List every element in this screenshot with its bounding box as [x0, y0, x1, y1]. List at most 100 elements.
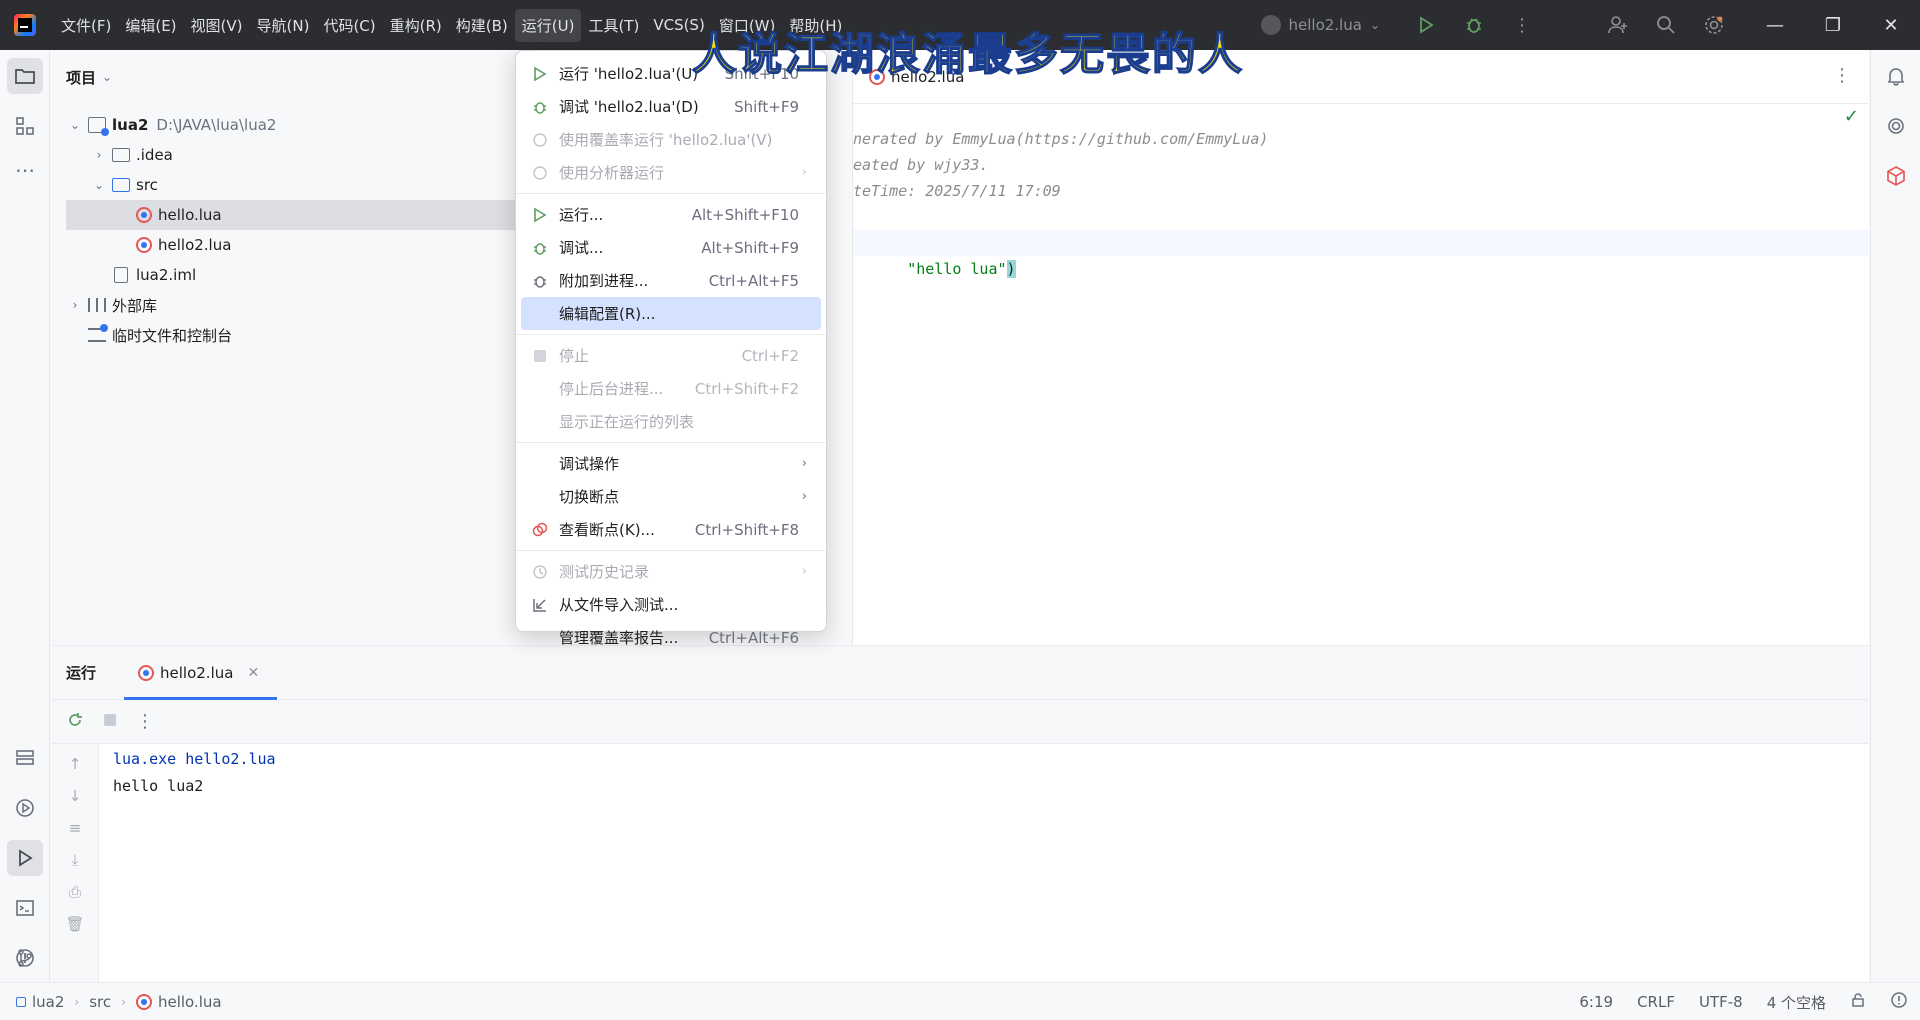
breadcrumb-item[interactable]: lua2 [32, 993, 64, 1011]
rerun-icon[interactable] [66, 711, 84, 733]
console-command-line: lua.exe hello2.lua [113, 750, 276, 768]
structure-icon[interactable] [7, 108, 43, 144]
status-right: 6:19 CRLF UTF-8 4 个空格 [1567, 983, 1920, 1020]
menu-separator [516, 193, 826, 194]
menu-tools[interactable]: 工具(T) [581, 9, 646, 42]
debug-icon [531, 239, 549, 257]
chevron-down-icon: ⌄ [1369, 18, 1380, 32]
tree-node-iml[interactable]: lua2.iml [66, 260, 196, 290]
breadcrumb-item[interactable]: src [89, 993, 111, 1011]
debug-icon [531, 98, 549, 116]
ai-assistant-icon[interactable] [1878, 108, 1914, 144]
collapsed-arrow-icon[interactable]: › [90, 148, 108, 162]
app-logo-icon[interactable] [14, 14, 36, 36]
inspection-ok-icon[interactable]: ✓ [1844, 106, 1859, 127]
arrow-up-icon[interactable]: ↑ [65, 754, 85, 774]
menu-stop[interactable]: 停止 Ctrl+F2 [521, 339, 821, 372]
menu-run[interactable]: 运行(U) [514, 8, 582, 42]
more-vertical-icon[interactable]: ⋮ [1833, 65, 1851, 86]
menu-toggle-breakpoint[interactable]: 切换断点 › [521, 480, 821, 513]
close-icon[interactable]: ✕ [247, 665, 259, 681]
settings-gear-icon[interactable] [1690, 0, 1738, 50]
run-tab-hello2[interactable]: hello2.lua ✕ [124, 646, 278, 700]
search-icon[interactable] [1642, 0, 1690, 50]
scroll-to-end-icon[interactable]: ⤓ [65, 850, 85, 870]
services-icon[interactable] [7, 740, 43, 776]
lua-file-icon [135, 993, 152, 1010]
menu-test-history[interactable]: 测试历史记录 › [521, 555, 821, 588]
more-vertical-icon[interactable]: ⋮ [1498, 0, 1546, 50]
run-services-icon[interactable] [7, 790, 43, 826]
breadcrumb-item[interactable]: hello.lua [158, 993, 222, 1011]
menu-code[interactable]: 代码(C) [316, 9, 382, 42]
menu-build[interactable]: 构建(B) [449, 9, 515, 42]
menu-run-ellipsis[interactable]: 运行... Alt+Shift+F10 [521, 198, 821, 231]
tree-node-hello2-lua[interactable]: hello2.lua [66, 230, 231, 260]
menu-attach-to-process[interactable]: 附加到进程... Ctrl+Alt+F5 [521, 264, 821, 297]
line-separator[interactable]: CRLF [1625, 993, 1687, 1011]
tree-external-label: 外部库 [112, 296, 158, 315]
code-line-comment: eated by wjy33. [853, 156, 989, 174]
run-config-selector[interactable]: hello2.lua ⌄ [1260, 15, 1380, 35]
menu-show-running-list[interactable]: 显示正在运行的列表 [521, 405, 821, 438]
menu-run-with-coverage[interactable]: 使用覆盖率运行 'hello2.lua'(V) [521, 123, 821, 156]
add-user-icon[interactable] [1594, 0, 1642, 50]
unlock-icon[interactable] [1838, 992, 1878, 1012]
collapsed-arrow-icon[interactable]: › [66, 298, 84, 312]
soft-wrap-icon[interactable]: ≡ [65, 818, 85, 838]
arrow-down-icon[interactable]: ↓ [65, 786, 85, 806]
menu-file[interactable]: 文件(F) [54, 9, 118, 42]
run-icon[interactable] [1402, 0, 1450, 50]
menu-debug-actions[interactable]: 调试操作 › [521, 447, 821, 480]
menu-navigate[interactable]: 导航(N) [250, 9, 317, 42]
menu-debug-config[interactable]: 调试 'hello2.lua'(D) Shift+F9 [521, 90, 821, 123]
run-icon [531, 206, 549, 224]
trash-icon[interactable]: 🗑 [65, 914, 85, 934]
console-output[interactable]: lua.exe hello2.lua hello lua2 [113, 746, 276, 800]
module-small-icon [16, 996, 26, 1007]
caret-position[interactable]: 6:19 [1567, 993, 1625, 1011]
indent-setting[interactable]: 4 个空格 [1755, 992, 1838, 1013]
close-window-button[interactable]: ✕ [1862, 0, 1920, 50]
restore-button[interactable]: ❐ [1804, 0, 1862, 50]
git-branch-icon[interactable] [7, 940, 43, 976]
file-encoding[interactable]: UTF-8 [1687, 993, 1755, 1011]
menu-refactor[interactable]: 重构(R) [383, 9, 449, 42]
print-icon[interactable]: ⎙ [65, 882, 85, 902]
menu-manage-coverage[interactable]: 管理覆盖率报告... Ctrl+Alt+F6 [521, 621, 821, 654]
menu-view[interactable]: 视图(V) [184, 9, 250, 42]
menu-import-tests[interactable]: 从文件导入测试... [521, 588, 821, 621]
debug-icon[interactable] [1450, 0, 1498, 50]
tree-node-scratches[interactable]: 临时文件和控制台 [66, 320, 232, 350]
plugin-cube-icon[interactable] [1878, 158, 1914, 194]
warning-icon[interactable] [1878, 991, 1920, 1013]
menu-stop-background[interactable]: 停止后台进程... Ctrl+Shift+F2 [521, 372, 821, 405]
tree-node-src[interactable]: ⌄ src [66, 170, 158, 200]
history-clock-icon [531, 563, 549, 581]
chevron-down-icon: ⌄ [102, 70, 113, 84]
project-folder-icon[interactable] [7, 58, 43, 94]
expanded-arrow-icon[interactable]: ⌄ [90, 178, 108, 192]
menu-edit[interactable]: 编辑(E) [118, 9, 183, 42]
more-vertical-icon[interactable]: ⋮ [136, 711, 154, 732]
lua-file-icon [136, 207, 152, 223]
run-tool-icon[interactable] [7, 840, 43, 876]
chevron-right-icon: › [74, 994, 80, 1009]
more-horizontal-icon[interactable]: ⋯ [7, 152, 43, 188]
code-line-comment: nerated by EmmyLua(https://github.com/Em… [853, 130, 1269, 148]
menu-run-with-profiler[interactable]: 使用分析器运行 › [521, 156, 821, 189]
minimize-button[interactable]: — [1746, 0, 1804, 50]
lua-file-icon [1260, 15, 1281, 35]
menu-view-breakpoints[interactable]: 查看断点(K)... Ctrl+Shift+F8 [521, 513, 821, 546]
tree-node-idea[interactable]: › .idea [66, 140, 173, 170]
tree-node-external-libs[interactable]: › 外部库 [66, 290, 157, 320]
stop-icon[interactable] [102, 712, 118, 732]
menu-edit-configurations[interactable]: 编辑配置(R)... [521, 297, 821, 330]
tree-node-root[interactable]: ⌄ lua2 D:\JAVA\lua\lua2 [66, 110, 276, 140]
terminal-icon[interactable] [7, 890, 43, 926]
menu-debug-ellipsis[interactable]: 调试... Alt+Shift+F9 [521, 231, 821, 264]
expanded-arrow-icon[interactable]: ⌄ [66, 118, 84, 132]
notifications-bell-icon[interactable] [1878, 58, 1914, 94]
tree-node-hello-lua[interactable]: hello.lua [66, 200, 536, 230]
tree-scratches-label: 临时文件和控制台 [112, 326, 233, 345]
